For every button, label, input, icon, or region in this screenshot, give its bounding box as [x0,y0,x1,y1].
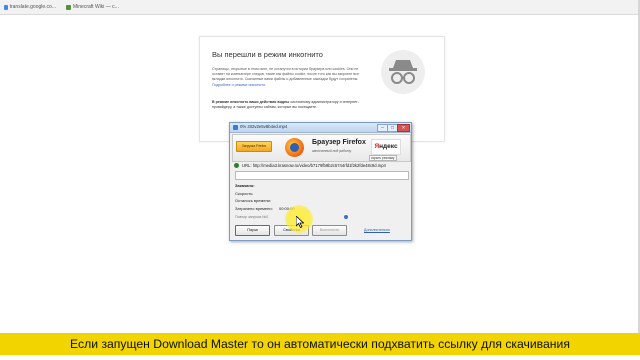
details-label-wrap [342,215,348,220]
yandex-logo-rest: ндекс [379,143,398,150]
download-firefox-button[interactable]: Загрузка Firefox [236,141,272,152]
dialog-title-bar[interactable]: 0% z82v2e5v8b4ed.mp4 – □ ✕ [230,123,411,133]
minecraft-wiki-icon [66,4,71,10]
dialog-title: 0% z82v2e5v8b4ed.mp4 [240,124,288,129]
banner-subheading: заточенный под работу [312,149,352,153]
url-row: URL: http://media3.krasnow.ru/video/b717… [234,162,408,169]
hide-ad-button[interactable]: скрыть рекламу [369,155,397,161]
url-text: URL: http://media3.krasnow.ru/video/b717… [242,162,410,169]
more-options-link[interactable]: Дополнительно [364,228,390,232]
download-master-icon [233,125,238,130]
help-icon[interactable] [344,215,348,220]
yandex-logo: Яндекс [371,139,401,155]
elapsed-time-label: Затрачено времени: [235,205,273,211]
tab-label: translate.google.co... [9,4,56,10]
remaining-time-label: Осталось времени: [235,198,272,203]
url-value: http://media3.krasnow.ru/video/b7179fb9b… [252,163,386,168]
download-progress-bar [235,171,409,180]
url-label: URL: [242,163,252,168]
download-info: Закачано: Скорость: Осталось времени: За… [235,182,295,212]
incognito-warning: В режиме инкогнито ваши действия видны с… [212,100,372,110]
speed-label: Скорость: [235,190,254,196]
firefox-logo-icon [285,138,304,157]
video-subtitle: Если запущен Download Master то он автом… [0,333,640,355]
subtitle-text: Если запущен Download Master то он автом… [70,337,570,351]
incognito-learn-more-link[interactable]: Подробнее о режиме инкогнито. [212,83,266,87]
retry-counter: Повтор запроса №0 [235,215,269,219]
incognito-title: Вы перешли в режим инкогнито [212,50,323,59]
download-master-dialog: 0% z82v2e5v8b4ed.mp4 – □ ✕ Загрузка Fire… [229,122,412,241]
url-status-icon [234,163,239,168]
incognito-spy-icon [381,50,425,94]
pause-button[interactable]: Пауза [235,225,270,236]
tab-label: Minecraft Wiki — с... [73,4,119,10]
downloaded-label: Закачано: [235,183,255,188]
incognito-body-text: Страницы, открытые в этом окне, не остан… [212,67,359,82]
incognito-description: Страницы, открытые в этом окне, не остан… [212,67,372,88]
browser-tab-strip: translate.google.co... Minecraft Wiki — … [0,0,640,15]
banner-heading: Браузер Firefox [312,139,366,146]
incognito-warning-bold: В режиме инкогнито ваши действия видны [212,100,290,104]
mouse-pointer-icon [296,216,304,228]
tab-translate[interactable]: translate.google.co... [2,1,56,13]
close-button[interactable]: ✕ [397,124,410,132]
google-translate-icon [4,4,8,10]
open-button[interactable]: Выполнить [312,225,347,236]
tab-minecraft-wiki[interactable]: Minecraft Wiki — с... [64,1,122,13]
